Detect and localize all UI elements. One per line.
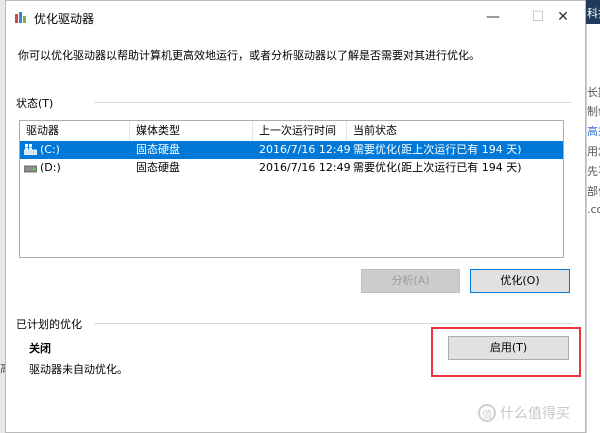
drive-status: 需要优化(距上次运行已有 194 天)	[353, 161, 522, 174]
background-text-7: .co	[587, 203, 600, 216]
column-header-drive[interactable]: 驱动器	[20, 121, 130, 141]
close-icon: ✕	[557, 8, 569, 25]
site-watermark: 值 什么值得买	[478, 403, 570, 423]
last-run-time: 2016/7/16 12:49	[259, 143, 351, 156]
analyze-button[interactable]: 分析(A)	[361, 269, 460, 293]
status-section-label: 状态(T)	[16, 97, 54, 110]
window-title: 优化驱动器	[34, 12, 95, 26]
background-text-5: 先不	[587, 165, 600, 178]
title-bar[interactable]: 优化驱动器 — ☐ ✕	[6, 1, 585, 32]
window-description: 你可以优化驱动器以帮助计算机更高效地运行，或者分析驱动器以了解是否需要对其进行优…	[18, 49, 480, 62]
optimize-button[interactable]: 优化(O)	[470, 269, 570, 293]
column-header-media-type[interactable]: 媒体类型	[130, 121, 253, 141]
table-row-drive-c[interactable]: (C:) 固态硬盘 2016/7/16 12:49 需要优化(距上次运行已有 1…	[20, 141, 563, 159]
table-row-drive-d[interactable]: (D:) 固态硬盘 2016/7/16 12:49 需要优化(距上次运行已有 1…	[20, 159, 563, 177]
close-button[interactable]: ✕	[540, 1, 586, 32]
minimize-button[interactable]: —	[470, 1, 516, 32]
drive-name: (C:)	[40, 143, 60, 156]
media-type: 固态硬盘	[136, 161, 180, 174]
last-run-time: 2016/7/16 12:49	[259, 161, 351, 174]
drives-table[interactable]: 驱动器 媒体类型 上一次运行时间 当前状态 (C:) 固态硬盘 2016/7/1…	[19, 120, 564, 258]
annotation-highlight-box	[431, 327, 581, 377]
drive-icon	[24, 165, 37, 173]
background-text-3: 高须	[587, 125, 600, 138]
schedule-status: 关闭	[29, 342, 51, 355]
defrag-app-icon	[15, 12, 26, 23]
background-text-6: 部件	[587, 185, 600, 198]
schedule-note: 驱动器未自动优化。	[29, 363, 128, 376]
background-page	[586, 0, 600, 433]
watermark-text: 什么值得买	[500, 406, 570, 422]
watermark-logo-icon: 值	[478, 404, 496, 422]
schedule-section-divider	[94, 323, 572, 324]
background-top-text: 科技	[587, 7, 600, 20]
table-header: 驱动器 媒体类型 上一次运行时间 当前状态	[20, 121, 563, 141]
background-text-1: 长期安	[587, 86, 600, 99]
column-header-last-run[interactable]: 上一次运行时间	[253, 121, 347, 141]
media-type: 固态硬盘	[136, 143, 180, 156]
schedule-section-label: 已计划的优化	[16, 318, 82, 331]
background-text-4: 用您对	[587, 145, 600, 158]
column-header-status[interactable]: 当前状态	[347, 121, 563, 141]
background-text-2: 制创对	[587, 105, 600, 118]
status-section-divider	[94, 102, 572, 103]
drive-name: (D:)	[40, 161, 61, 174]
drive-status: 需要优化(距上次运行已有 194 天)	[353, 143, 522, 156]
windows-drive-icon	[24, 144, 37, 155]
